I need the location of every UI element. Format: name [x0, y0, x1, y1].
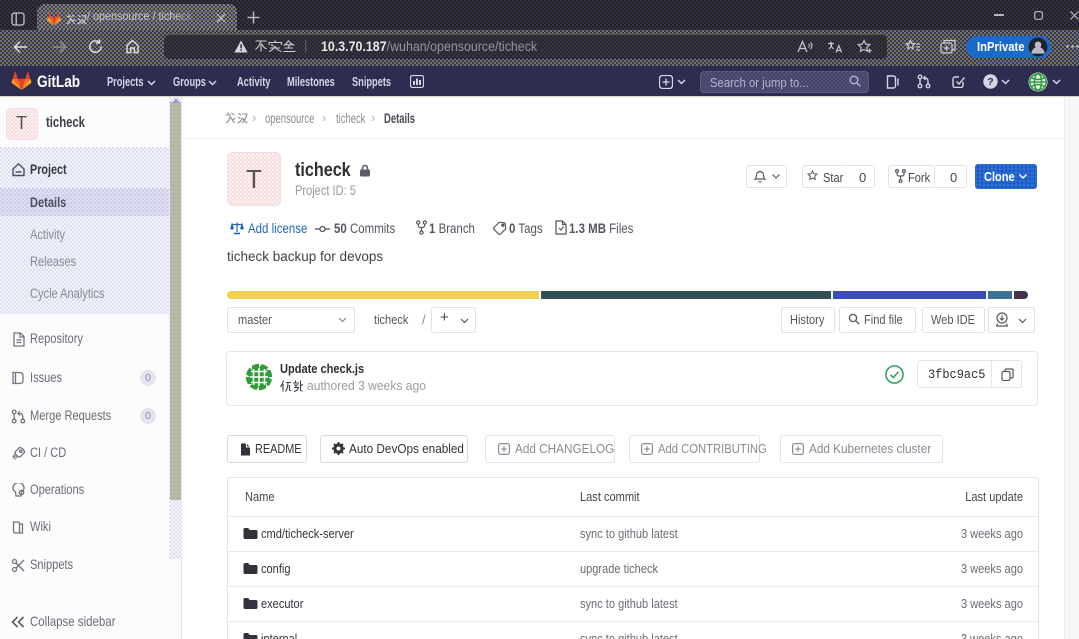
- svg-text:?: ?: [987, 76, 993, 88]
